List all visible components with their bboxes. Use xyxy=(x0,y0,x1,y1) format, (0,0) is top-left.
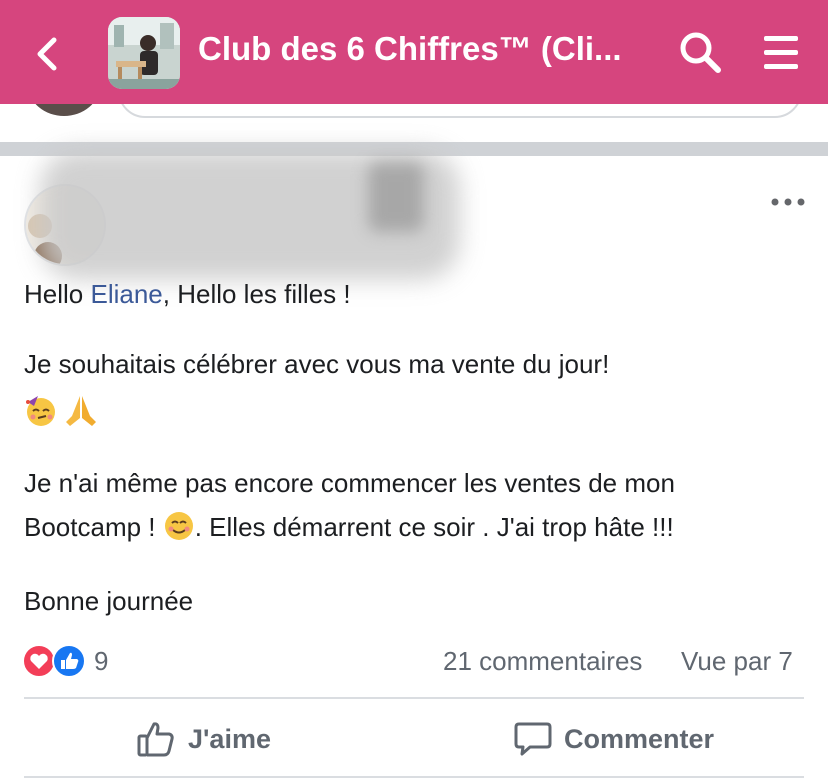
comment-label: Commenter xyxy=(564,723,715,754)
greeting-prefix: Hello xyxy=(24,279,91,309)
seen-by-count[interactable]: Vue par 7 xyxy=(681,644,793,678)
group-cover-thumbnail[interactable] xyxy=(108,17,180,89)
more-options-icon xyxy=(771,198,805,206)
post-line-sales: Je n'ai même pas encore commencer les ve… xyxy=(24,468,675,498)
bootcamp-prefix: Bootcamp ! xyxy=(24,512,163,542)
post-line-goodbye: Bonne journée xyxy=(24,586,194,616)
group-header-bar: Club des 6 Chiffres™ (Cli... xyxy=(0,0,828,104)
like-button[interactable]: J'aime xyxy=(136,716,271,762)
greeting-suffix: , Hello les filles ! xyxy=(162,279,351,309)
search-button[interactable] xyxy=(676,28,724,76)
partying-face-emoji xyxy=(26,396,55,426)
post-options-button[interactable] xyxy=(770,194,806,210)
menu-icon xyxy=(764,36,798,69)
menu-button[interactable] xyxy=(758,30,804,76)
love-reaction-icon xyxy=(22,644,56,678)
thumbs-up-icon xyxy=(137,722,174,757)
composer-avatar[interactable] xyxy=(28,104,100,116)
search-icon xyxy=(680,32,721,73)
comment-button[interactable]: Commenter xyxy=(514,716,714,762)
divider xyxy=(24,697,804,699)
post-line-celebrate: Je souhaitais célébrer avec vous ma vent… xyxy=(24,349,610,379)
back-arrow-icon xyxy=(37,37,57,71)
blurred-author-info-detail xyxy=(368,162,424,232)
mention-link[interactable]: Eliane xyxy=(90,279,162,309)
comments-count[interactable]: 21 commentaires xyxy=(443,644,642,678)
group-cover-image xyxy=(108,17,180,89)
reaction-count[interactable]: 9 xyxy=(94,644,108,678)
comment-bubble-icon xyxy=(514,722,552,756)
like-label: J'aime xyxy=(188,723,271,754)
post-line-greeting: Hello Eliane, Hello les filles ! xyxy=(24,272,804,316)
group-title[interactable]: Club des 6 Chiffres™ (Cli... xyxy=(198,30,638,68)
bootcamp-suffix: . Elles démarrent ce soir . J'ai trop hâ… xyxy=(194,512,674,542)
folded-hands-emoji xyxy=(66,396,96,426)
smiling-face-emoji xyxy=(164,512,193,540)
post-composer xyxy=(0,104,828,142)
post-line-bootcamp: Bootcamp ! . Elles démarrent ce soir . J… xyxy=(24,505,804,549)
like-reaction-icon xyxy=(52,644,86,678)
composer-input[interactable] xyxy=(118,104,802,118)
divider-bottom xyxy=(24,776,804,778)
back-button[interactable] xyxy=(26,32,70,76)
